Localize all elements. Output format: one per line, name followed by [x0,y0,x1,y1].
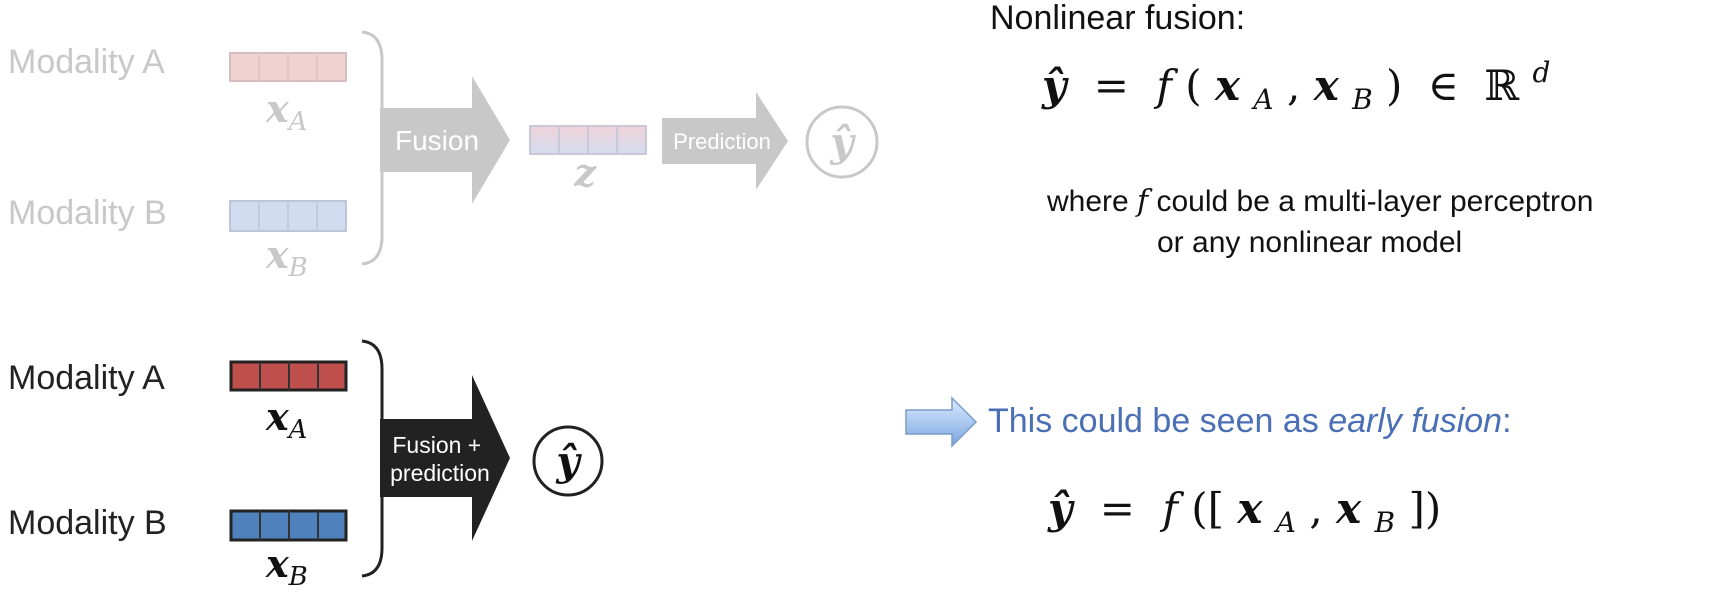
top-vector-a [229,52,347,82]
bottom-modality-a-label: Modality A [8,359,165,397]
right-panel: Nonlinear fusion: ŷ = f ( x A , x B ) ∈ … [905,0,1593,542]
bottom-vector-b [229,509,348,542]
bottom-var-xb: xB [265,541,308,592]
top-var-z: z [573,150,597,195]
bottom-modality-b-label: Modality B [8,504,167,542]
bottom-var-xa: xA [265,394,307,445]
mlp-note-line-2: or any nonlinear model [1157,226,1462,259]
top-diagram: Modality A xA Modality B xB Fusion z Pre… [8,30,879,283]
bottom-output-y-hat: ŷ [555,438,582,485]
top-fusion-label: Fusion [395,125,479,156]
bottom-fusion-prediction-arrow [380,375,510,541]
top-vector-b [229,200,347,232]
top-modality-b-label: Modality B [8,194,167,232]
top-brace [361,30,384,266]
equation-early-fusion: ŷ = f ([ x A , x B ]) [1047,484,1441,542]
early-fusion-statement: This could be seen as early fusion: [988,402,1512,440]
top-modality-a-label: Modality A [8,43,165,81]
bottom-brace [361,339,384,578]
right-arrow-icon [905,396,978,448]
bottom-vector-a [229,360,348,392]
top-var-xa: xA [265,86,307,137]
top-output-y-hat: ŷ [829,119,856,166]
bottom-diagram: Modality A xA Modality B xB Fusion + pre… [8,339,604,592]
equation-nonlinear-fusion: ŷ = f ( x A , x B ) ∈ ℝ d [1041,56,1550,119]
nonlinear-fusion-heading: Nonlinear fusion: [990,0,1245,37]
top-prediction-label: Prediction [673,129,771,154]
mlp-note-line-1: where f could be a multi-layer perceptro… [1046,184,1593,219]
top-var-xb: xB [265,232,308,283]
